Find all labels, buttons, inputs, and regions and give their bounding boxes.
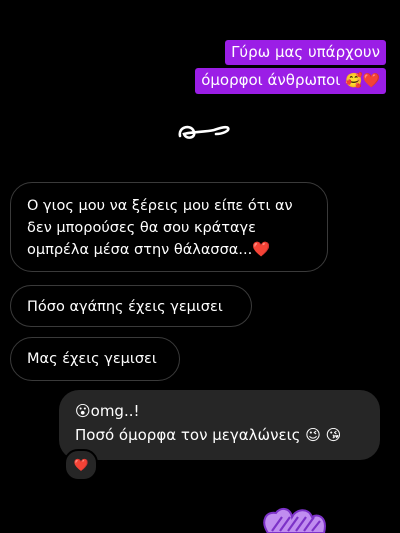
sent-message[interactable]: 😮omg..! Ποσό όμορφα τον μεγαλώνεις 😉 😘 xyxy=(59,390,380,460)
message-line: Ο γιος μου να ξέρεις μου είπε ότι αν xyxy=(27,198,293,214)
received-message-3[interactable]: Μας έχεις γεμισει xyxy=(10,337,180,381)
heart-reaction[interactable]: ❤️ xyxy=(64,449,98,481)
received-message-1[interactable]: Ο γιος μου να ξέρεις μου είπε ότι αν δεν… xyxy=(10,182,328,272)
purple-heart-sticker-icon xyxy=(263,507,326,533)
smiling-hearts-emoji: 🥰❤️ xyxy=(345,73,380,89)
message-text: Μας έχεις γεμισει xyxy=(27,351,157,367)
sent-message-line-1: 😮omg..! xyxy=(75,402,140,420)
wink-kiss-emoji: 😉 😘 xyxy=(305,426,342,444)
surprised-face-emoji: 😮 xyxy=(75,402,91,420)
message-line: δεν μπορούσες θα σου κράταγε xyxy=(27,220,256,236)
heart-emoji: ❤️ xyxy=(252,242,271,258)
caption-line-1: Γύρω μας υπάρχουν xyxy=(225,40,386,65)
doodle-squiggle-icon xyxy=(178,125,230,139)
message-text: Πόσο αγάπης έχεις γεμισει xyxy=(27,299,223,315)
sent-message-line-2: Ποσό όμορφα τον μεγαλώνεις 😉 😘 xyxy=(75,426,342,444)
message-line: ομπρέλα μέσα στην θάλασσα...❤️ xyxy=(27,242,271,258)
story-caption: Γύρω μας υπάρχουν όμορφοι άνθρωποι 🥰❤️ xyxy=(195,40,386,97)
caption-line-2: όμορφοι άνθρωποι 🥰❤️ xyxy=(195,68,386,94)
received-message-2[interactable]: Πόσο αγάπης έχεις γεμισει xyxy=(10,285,252,327)
heart-reaction-icon: ❤️ xyxy=(73,458,89,472)
